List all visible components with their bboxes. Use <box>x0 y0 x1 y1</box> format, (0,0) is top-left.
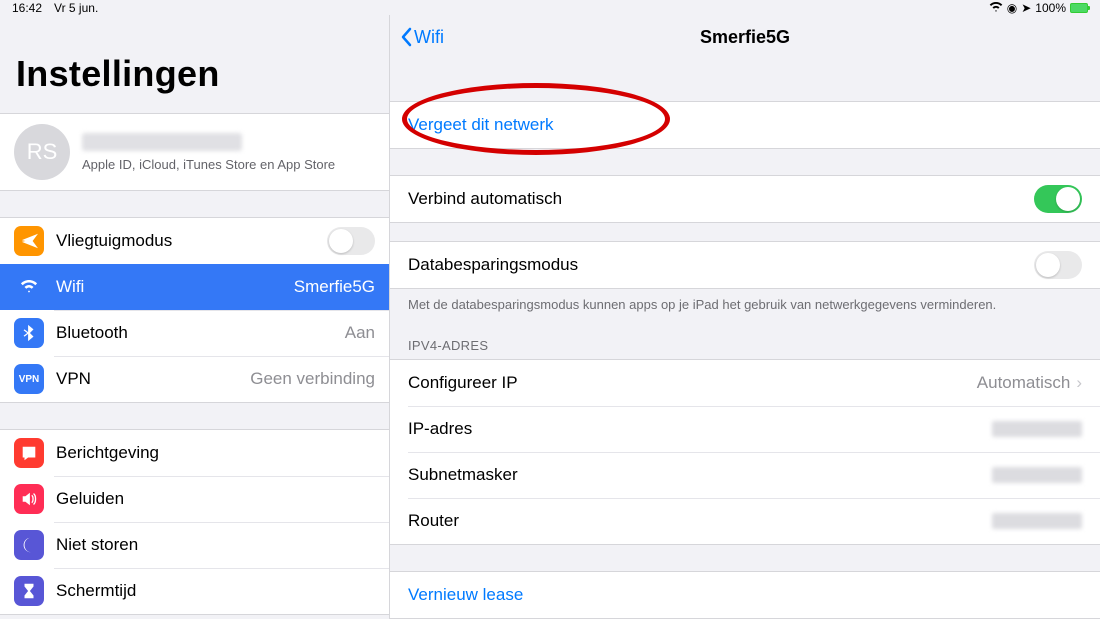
airplane-icon <box>14 226 44 256</box>
bluetooth-icon <box>14 318 44 348</box>
location-icon: ➤ <box>1021 1 1031 15</box>
sound-icon <box>14 484 44 514</box>
wifi-icon <box>14 272 44 302</box>
low-data-toggle[interactable] <box>1034 251 1082 279</box>
moon-icon <box>14 530 44 560</box>
wifi-detail-pane: Wifi Smerfie5G Vergeet dit netwerk Verbi… <box>390 15 1100 619</box>
sidebar-item-value: Geen verbinding <box>250 369 375 389</box>
ipv4-section: Configureer IP Automatisch › IP-adres Su… <box>390 359 1100 545</box>
forget-section: Vergeet dit netwerk <box>390 101 1100 149</box>
router-row: Router <box>390 498 1100 544</box>
low-data-label: Databesparingsmodus <box>408 255 1034 275</box>
router-value-redacted <box>992 513 1082 529</box>
account-name-redacted <box>82 133 242 151</box>
low-data-footer: Met de databesparingsmodus kunnen apps o… <box>390 289 1100 320</box>
auto-join-section: Verbind automatisch <box>390 175 1100 223</box>
configure-ip-value: Automatisch <box>977 373 1071 393</box>
subnet-label: Subnetmasker <box>408 465 992 485</box>
forget-network-label: Vergeet dit netwerk <box>408 115 554 135</box>
ip-address-value-redacted <box>992 421 1082 437</box>
forget-network-button[interactable]: Vergeet dit netwerk <box>390 102 1100 148</box>
back-label: Wifi <box>414 27 444 48</box>
configure-ip-label: Configureer IP <box>408 373 977 393</box>
settings-title: Instellingen <box>0 15 389 113</box>
chevron-left-icon <box>400 27 412 47</box>
ip-address-label: IP-adres <box>408 419 992 439</box>
sidebar-item-schermtijd[interactable]: Schermtijd <box>0 568 389 614</box>
connectivity-group: VliegtuigmodusWifiSmerfie5GBluetoothAanV… <box>0 217 389 403</box>
notification-icon <box>14 438 44 468</box>
sidebar-item-value: Aan <box>345 323 375 343</box>
hourglass-icon <box>14 576 44 606</box>
ip-address-row: IP-adres <box>390 406 1100 452</box>
sidebar-item-geluiden[interactable]: Geluiden <box>0 476 389 522</box>
apple-id-row[interactable]: RS Apple ID, iCloud, iTunes Store en App… <box>0 113 389 191</box>
notifications-group: Berichtgeving Geluiden Niet storen Schermti… <box>0 429 389 615</box>
sidebar-item-berichtgeving[interactable]: Berichtgeving <box>0 430 389 476</box>
sidebar-item-label: Geluiden <box>56 489 375 509</box>
status-date: Vr 5 jun. <box>54 1 98 15</box>
auto-join-label: Verbind automatisch <box>408 189 1034 209</box>
renew-lease-label: Vernieuw lease <box>408 585 523 605</box>
status-bar: 16:42 Vr 5 jun. ◉ ➤ 100% <box>0 0 1100 15</box>
sidebar-item-label: Niet storen <box>56 535 375 555</box>
sidebar-item-vpn[interactable]: VPNVPNGeen verbinding <box>0 356 389 402</box>
sidebar-item-value: Smerfie5G <box>294 277 375 297</box>
ipv4-header: IPV4-ADRES <box>390 320 1100 359</box>
renew-section: Vernieuw lease <box>390 571 1100 619</box>
router-label: Router <box>408 511 992 531</box>
chevron-right-icon: › <box>1076 373 1082 393</box>
sidebar-item-label: Wifi <box>56 277 294 297</box>
low-data-section: Databesparingsmodus <box>390 241 1100 289</box>
subnet-value-redacted <box>992 467 1082 483</box>
sidebar-item-label: Schermtijd <box>56 581 375 601</box>
wifi-icon <box>989 0 1003 15</box>
sidebar-item-niet-storen[interactable]: Niet storen <box>0 522 389 568</box>
status-time: 16:42 <box>12 1 42 15</box>
detail-header: Wifi Smerfie5G <box>390 15 1100 59</box>
battery-percent: 100% <box>1035 1 1066 15</box>
sidebar-item-label: Vliegtuigmodus <box>56 231 327 251</box>
subnet-row: Subnetmasker <box>390 452 1100 498</box>
auto-join-toggle[interactable] <box>1034 185 1082 213</box>
sidebar-item-label: VPN <box>56 369 250 389</box>
sidebar-item-wifi[interactable]: WifiSmerfie5G <box>0 264 389 310</box>
sidebar-item-vliegtuigmodus[interactable]: Vliegtuigmodus <box>0 218 389 264</box>
configure-ip-row[interactable]: Configureer IP Automatisch › <box>390 360 1100 406</box>
battery-icon <box>1070 3 1088 13</box>
sidebar-item-label: Bluetooth <box>56 323 345 343</box>
alarm-icon: ◉ <box>1007 1 1017 15</box>
account-subtitle: Apple ID, iCloud, iTunes Store en App St… <box>82 157 335 172</box>
settings-sidebar: Instellingen RS Apple ID, iCloud, iTunes… <box>0 15 390 619</box>
detail-title: Smerfie5G <box>390 27 1100 48</box>
auto-join-row[interactable]: Verbind automatisch <box>390 176 1100 222</box>
renew-lease-button[interactable]: Vernieuw lease <box>390 572 1100 618</box>
vpn-icon: VPN <box>14 364 44 394</box>
sidebar-item-bluetooth[interactable]: BluetoothAan <box>0 310 389 356</box>
avatar: RS <box>14 124 70 180</box>
back-button[interactable]: Wifi <box>400 27 444 48</box>
sidebar-item-label: Berichtgeving <box>56 443 375 463</box>
low-data-row[interactable]: Databesparingsmodus <box>390 242 1100 288</box>
vliegtuigmodus-toggle[interactable] <box>327 227 375 255</box>
